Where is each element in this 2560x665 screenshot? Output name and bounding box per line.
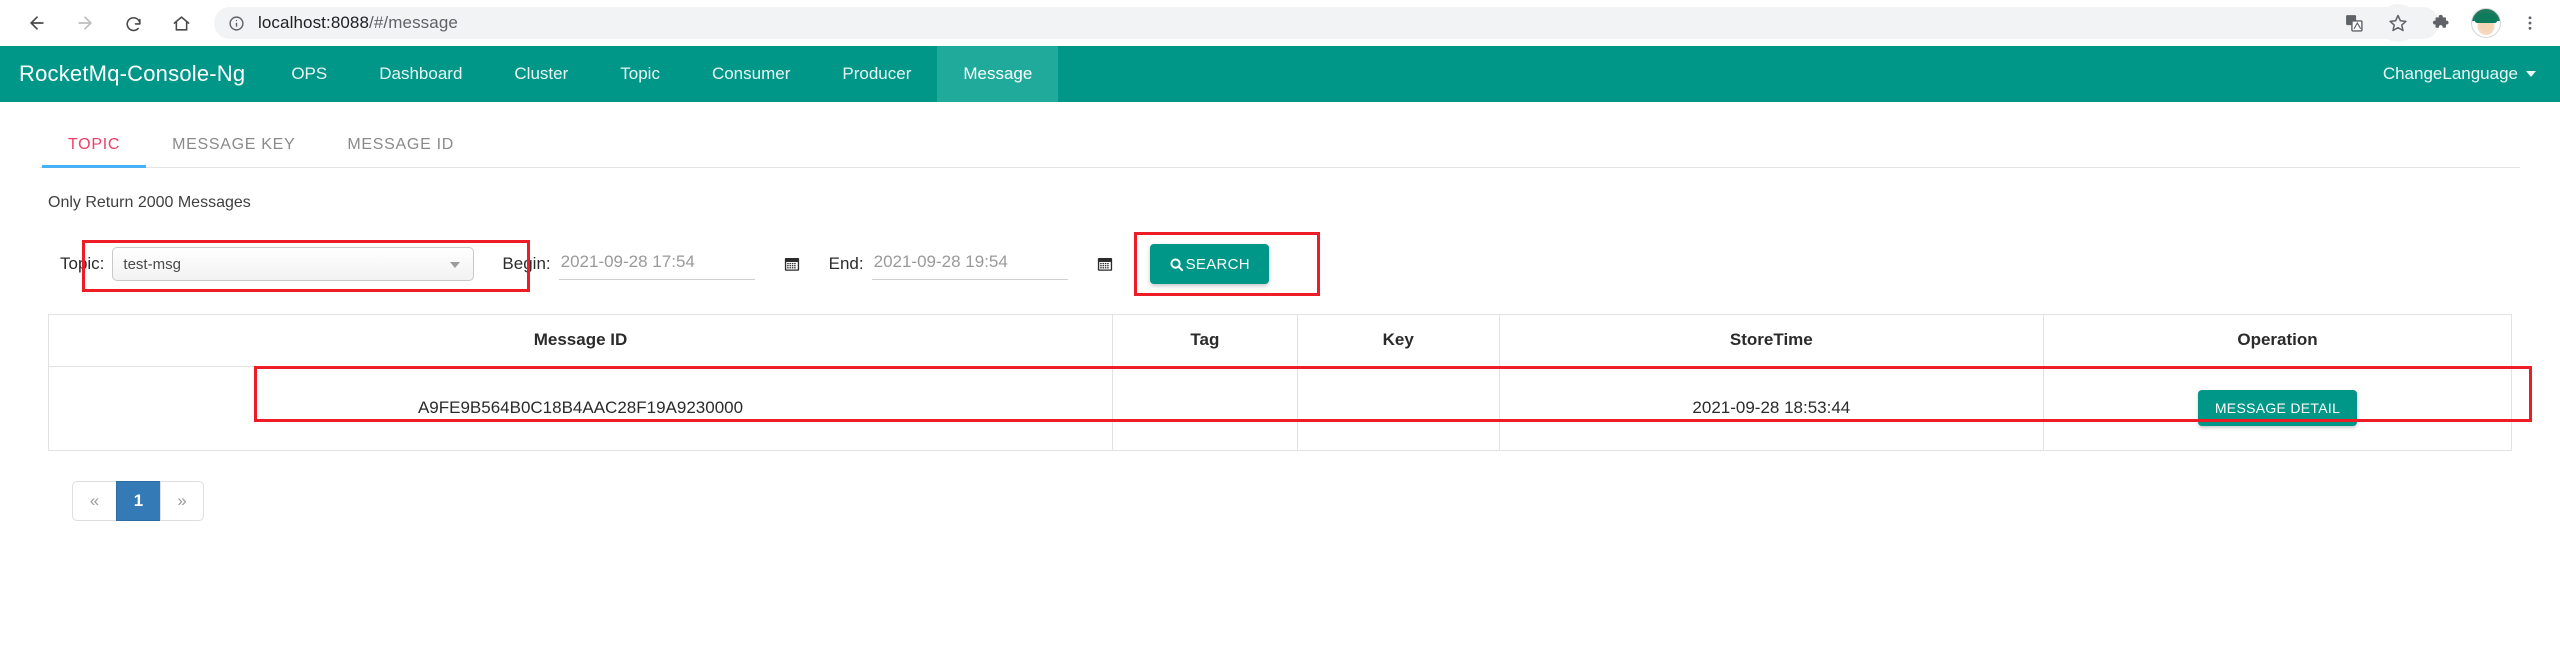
navbar-right: ChangeLanguage [2383, 46, 2560, 102]
change-language-dropdown[interactable]: ChangeLanguage [2383, 64, 2536, 84]
chevron-down-icon [450, 262, 461, 268]
reload-icon[interactable] [110, 4, 156, 42]
pagination-page-1[interactable]: 1 [116, 481, 160, 521]
column-header-key: Key [1296, 314, 1500, 367]
column-header-operation: Operation [2043, 314, 2512, 367]
cell-message-id: A9FE9B564B0C18B4AAC28F19A9230000 [47, 366, 1114, 451]
topic-select-value: test-msg [123, 255, 181, 273]
message-detail-button[interactable]: MESSAGE DETAIL [2197, 390, 2358, 426]
nav-item-dashboard[interactable]: Dashboard [353, 46, 488, 102]
url-path: /#/message [369, 13, 458, 32]
topic-select[interactable]: test-msg [112, 247, 475, 281]
calendar-icon[interactable] [783, 255, 801, 273]
nav-item-cluster[interactable]: Cluster [488, 46, 594, 102]
pagination: « 1 » [40, 481, 2520, 521]
nav-item-ops[interactable]: OPS [265, 46, 353, 102]
browser-action-icons: G [2334, 0, 2550, 46]
translate-icon[interactable]: G [2334, 4, 2374, 42]
avatar-image [2471, 8, 2501, 38]
forward-icon[interactable] [62, 4, 108, 42]
topic-field-group: Topic: test-msg [48, 247, 475, 281]
calendar-icon[interactable] [1096, 255, 1114, 273]
begin-date-input[interactable] [558, 248, 755, 280]
message-table: Message ID Tag Key StoreTime Operation A… [47, 314, 2512, 451]
nav-item-topic[interactable]: Topic [594, 46, 686, 102]
pagination-next[interactable]: » [160, 481, 204, 521]
change-language-label: ChangeLanguage [2382, 64, 2518, 83]
three-dot-menu-icon[interactable] [2510, 4, 2550, 42]
info-circle-icon[interactable] [228, 15, 245, 32]
cell-operation: MESSAGE DETAIL [2043, 366, 2512, 451]
cell-key [1296, 366, 1500, 451]
table-row: A9FE9B564B0C18B4AAC28F19A9230000 2021-09… [47, 366, 2512, 451]
column-header-storetime: StoreTime [1498, 314, 2045, 367]
message-table-wrapper: Message ID Tag Key StoreTime Operation A… [40, 314, 2532, 451]
table-body: A9FE9B564B0C18B4AAC28F19A9230000 2021-09… [47, 366, 2512, 451]
end-field-group: End: [829, 248, 1114, 280]
nav-item-producer[interactable]: Producer [816, 46, 937, 102]
table-header-row: Message ID Tag Key StoreTime Operation [47, 314, 2512, 367]
end-label: End: [828, 254, 864, 273]
begin-field-group: Begin: [502, 248, 800, 280]
result-limit-note: Only Return 2000 Messages [48, 194, 251, 211]
table-head: Message ID Tag Key StoreTime Operation [47, 314, 2512, 367]
url-host: localhost:8088 [258, 13, 370, 32]
annotation-box-search [1134, 232, 1320, 296]
star-icon[interactable] [2378, 4, 2418, 42]
column-header-message-id: Message ID [47, 314, 1114, 367]
home-icon[interactable] [158, 4, 204, 42]
browser-nav-buttons [14, 4, 204, 42]
nav-item-message[interactable]: Message [937, 46, 1059, 102]
cell-tag [1112, 366, 1298, 451]
nav-item-consumer[interactable]: Consumer [686, 46, 816, 102]
end-date-input[interactable] [871, 248, 1068, 280]
back-icon[interactable] [14, 4, 60, 42]
avatar[interactable] [2466, 4, 2506, 42]
cell-storetime: 2021-09-28 18:53:44 [1498, 366, 2045, 451]
column-header-tag: Tag [1112, 314, 1298, 367]
chevron-down-icon [2526, 71, 2536, 77]
app-brand[interactable]: RocketMq-Console-Ng [0, 46, 265, 102]
puzzle-piece-icon[interactable] [2422, 4, 2462, 42]
page-content: TOPIC MESSAGE KEY MESSAGE ID Only Return… [0, 125, 2560, 521]
tab-message-id[interactable]: MESSAGE ID [321, 125, 480, 167]
address-bar[interactable]: localhost:8088/#/message [214, 7, 2439, 39]
app-navbar: RocketMq-Console-Ng OPS Dashboard Cluste… [0, 46, 2560, 102]
tab-message-key[interactable]: MESSAGE KEY [146, 125, 321, 167]
search-form: Topic: test-msg Begin: End: SEARCH [40, 232, 2520, 296]
tab-topic[interactable]: TOPIC [42, 125, 147, 168]
navbar-items: OPS Dashboard Cluster Topic Consumer Pro… [265, 46, 1059, 102]
pagination-prev[interactable]: « [72, 481, 116, 521]
url-text: localhost:8088/#/message [258, 13, 458, 33]
search-mode-tabs: TOPIC MESSAGE KEY MESSAGE ID [40, 125, 2520, 168]
browser-toolbar: localhost:8088/#/message G [0, 0, 2560, 46]
